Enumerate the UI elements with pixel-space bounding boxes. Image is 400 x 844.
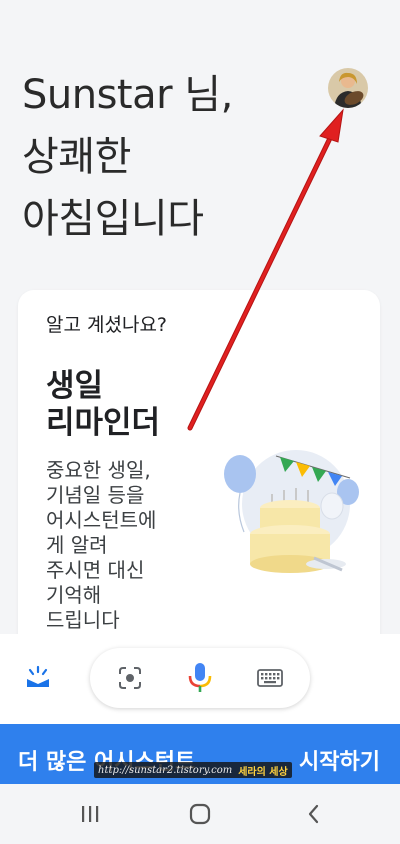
avatar-image [328,68,368,108]
card-body-line: 주시면 대신 [46,558,145,582]
tip-card[interactable]: 알고 계셨나요? 생일 리마인더 중요한 생일, 기념일 등을 어시스턴트에 게… [18,290,380,670]
bottom-banner[interactable]: 더 많은 어시스턴트 시작하기 http://sunstar2.tistory.… [0,724,400,784]
recents-icon [82,806,99,822]
lens-icon [119,667,141,689]
greeting-line-3: 아침입니다 [22,196,204,242]
card-title-line-2: 리마인더 [46,405,161,441]
greeting-line-1: Sunstar 님, [22,72,233,118]
snapshot-icon [27,665,49,687]
system-navigation-bar [0,784,400,844]
home-button[interactable] [184,800,216,828]
greeting-heading: Sunstar 님, 상쾌한 아침입니다 [22,64,233,250]
home-icon [189,803,211,825]
card-body-line: 게 알려 [46,533,108,557]
blog-watermark: http://sunstar2.tistory.com 세라의 세상 [94,762,292,778]
card-body-line: 기념일 등을 [46,483,145,507]
card-eyebrow: 알고 계셨나요? [46,314,168,336]
back-icon [308,804,319,824]
watermark-brand: 세라의 세상 [238,766,288,778]
card-title: 생일 리마인더 [46,368,246,442]
card-body-line: 중요한 생일, [46,458,151,482]
profile-avatar[interactable] [328,68,368,108]
keyboard-button[interactable] [254,662,286,694]
get-started-button[interactable]: 시작하기 [299,744,380,776]
back-button[interactable] [298,800,330,828]
card-title-line-1: 생일 [46,368,104,404]
assistant-bottom-bar [0,634,400,726]
lens-button[interactable] [114,662,146,694]
card-body-line: 어시스턴트에 [46,508,157,532]
keyboard-icon [257,669,283,687]
greeting-line-2: 상쾌한 [22,134,131,180]
mic-icon [188,663,212,692]
card-body: 중요한 생일, 기념일 등을 어시스턴트에 게 알려 주시면 대신 기억해 드립… [46,458,196,633]
watermark-url: http://sunstar2.tistory.com [98,764,233,776]
mic-button[interactable] [184,662,216,694]
snapshot-button[interactable] [22,662,54,694]
recents-button[interactable] [74,800,106,828]
card-body-line: 드립니다 [46,608,120,632]
birthday-cake-illustration [214,440,374,590]
card-body-line: 기억해 [46,583,102,607]
assistant-input-pill [90,648,310,708]
